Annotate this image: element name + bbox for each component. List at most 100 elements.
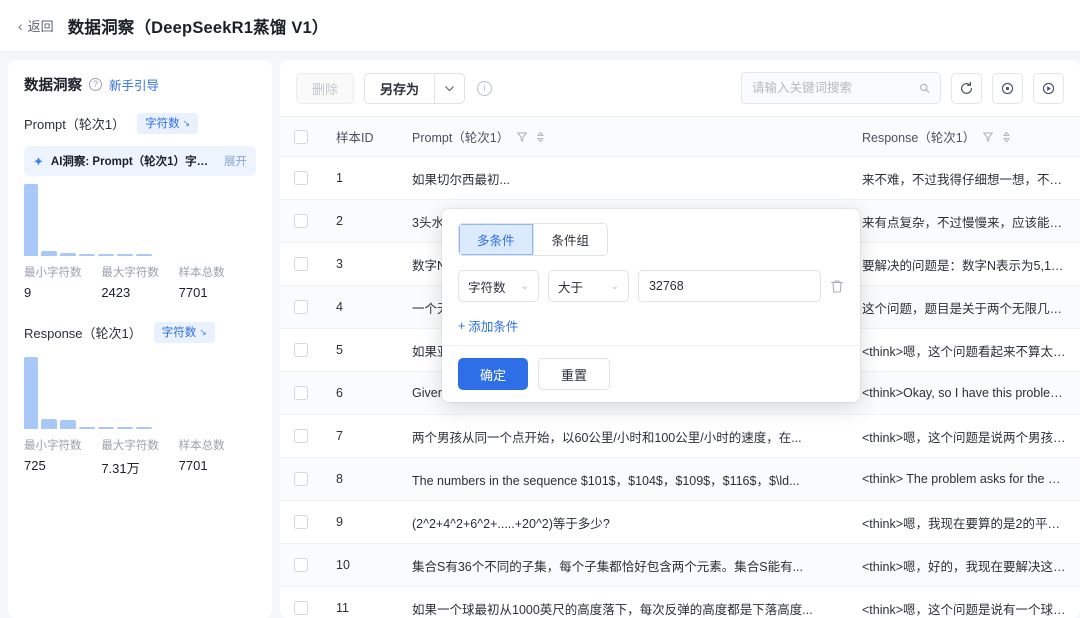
gear-icon bbox=[1001, 82, 1014, 94]
condition-value-input[interactable] bbox=[637, 270, 821, 302]
response-sort-icon[interactable] bbox=[1001, 131, 1012, 143]
delete-button[interactable]: 删除 bbox=[296, 72, 355, 104]
top-bar: ‹ 返回 数据洞察（DeepSeekR1蒸馏 V1） bbox=[0, 0, 1080, 52]
ai-insight-expand-link[interactable]: 展开 bbox=[224, 153, 247, 169]
cell-sample-id: 1 bbox=[322, 156, 398, 200]
row-checkbox[interactable] bbox=[294, 386, 308, 400]
filter-mode-tabs: 多条件 条件组 bbox=[458, 223, 609, 256]
prompt-metric-chip[interactable]: 字符数 ↘ bbox=[137, 113, 199, 134]
cell-sample-id: 4 bbox=[322, 285, 398, 329]
chevron-down-icon bbox=[445, 85, 454, 91]
confirm-button[interactable]: 确定 bbox=[458, 358, 529, 390]
sidebar-header: 数据洞察 ? 新手引导 bbox=[24, 74, 256, 95]
table-row[interactable]: 9 (2^2+4^2+6^2+.....+20^2)等于多少? <think>嗯，我… bbox=[280, 500, 1080, 544]
histogram-bar bbox=[98, 427, 114, 429]
main-panel: 删除 另存为 i 请输入关键词搜索 样本ID Prompt（轮次1） Respo… bbox=[280, 60, 1080, 618]
funnel-icon bbox=[517, 132, 528, 141]
row-checkbox[interactable] bbox=[294, 257, 308, 271]
refresh-button[interactable] bbox=[951, 72, 982, 104]
cell-response: <think>嗯，这个问题是说两个男孩从同一个起点出发，沿着一个4800... bbox=[848, 414, 1080, 458]
ai-insight-banner[interactable]: ✦ AI洞察: Prompt（轮次1）字段... 展开 bbox=[24, 146, 256, 176]
row-select-cell bbox=[280, 500, 322, 544]
filter-popover-body: 多条件 条件组 字符数 ⌄ 大于 ⌄ 32768 + 添加条件 bbox=[442, 209, 860, 345]
cell-prompt: The numbers in the sequence $101$，$104$，… bbox=[398, 457, 848, 501]
cell-response: <think>嗯，这个问题看起来不算太难，不过我得仔细想一想。题目是... bbox=[848, 328, 1080, 372]
back-button[interactable]: ‹ 返回 bbox=[18, 16, 54, 35]
histogram-bar bbox=[60, 420, 76, 429]
cell-sample-id: 8 bbox=[322, 457, 398, 501]
delete-condition-button[interactable] bbox=[830, 279, 844, 294]
row-checkbox[interactable] bbox=[294, 429, 308, 443]
histogram-bar bbox=[136, 427, 152, 429]
body-wrapper: 数据洞察 ? 新手引导 Prompt（轮次1） 字符数 ↘ ✦ AI洞察: Pr… bbox=[0, 52, 1080, 618]
table-row[interactable]: 8 The numbers in the sequence $101$，$104$… bbox=[280, 457, 1080, 501]
condition-field-value: 字符数 bbox=[468, 280, 506, 295]
column-header-id: 样本ID bbox=[322, 116, 398, 157]
chevron-down-icon: ↘ bbox=[199, 326, 207, 337]
cell-sample-id: 2 bbox=[322, 199, 398, 243]
cell-response: <think>嗯，我现在要算的是2的平方加上4的平方，加6的平方，一直... bbox=[848, 500, 1080, 544]
row-checkbox[interactable] bbox=[294, 343, 308, 357]
row-checkbox[interactable] bbox=[294, 171, 308, 185]
ai-insight-text: AI洞察: Prompt（轮次1）字段... bbox=[50, 156, 217, 168]
table-toolbar: 删除 另存为 i bbox=[280, 60, 1080, 116]
tab-condition-group[interactable]: 条件组 bbox=[533, 224, 608, 255]
sort-icon bbox=[537, 131, 544, 142]
cell-response: <think>嗯，这个问题是说有一个球从1000英尺的高度落下，每次反弹... bbox=[848, 586, 1080, 618]
condition-field-select[interactable]: 字符数 ⌄ bbox=[458, 270, 539, 302]
play-button[interactable] bbox=[1033, 72, 1064, 104]
beginner-guide-link[interactable]: 新手引导 bbox=[109, 75, 159, 94]
reset-button[interactable]: 重置 bbox=[538, 358, 611, 390]
response-metric-chip[interactable]: 字符数 ↘ bbox=[153, 322, 215, 343]
row-checkbox[interactable] bbox=[294, 558, 308, 572]
cell-sample-id: 3 bbox=[322, 242, 398, 286]
response-metric-label: 字符数 bbox=[161, 327, 197, 339]
stat-label: 样本总数 bbox=[178, 267, 225, 279]
cell-prompt: 如果一个球最初从1000英尺的高度落下，每次反弹的高度都是下落高度... bbox=[398, 586, 848, 618]
table-row[interactable]: 1如果切尔西最初...来不难，不过我得仔细想一想，不能急着下... bbox=[280, 156, 1080, 200]
condition-operator-select[interactable]: 大于 ⌄ bbox=[547, 270, 629, 302]
column-label-id: 样本ID bbox=[336, 131, 374, 145]
row-checkbox[interactable] bbox=[294, 601, 308, 615]
histogram-bar bbox=[60, 253, 76, 256]
filter-popover: 多条件 条件组 字符数 ⌄ 大于 ⌄ 32768 + 添加条件 确定 重置 bbox=[442, 209, 860, 402]
save-as-button[interactable]: 另存为 bbox=[364, 72, 436, 104]
stat-label: 最大字符数 bbox=[101, 267, 159, 279]
search-input[interactable] bbox=[752, 81, 913, 95]
stat-total-samples: 样本总数 7701 bbox=[179, 437, 256, 477]
add-condition-button[interactable]: + 添加条件 bbox=[458, 316, 518, 335]
cell-response: 来不难，不过我得仔细想一想，不能急着下... bbox=[848, 156, 1080, 200]
cell-response: <think>嗯，好的，我现在要解决这个问题。题目是说，集合S有36个... bbox=[848, 543, 1080, 587]
save-as-dropdown-button[interactable] bbox=[435, 72, 466, 104]
condition-operator-value: 大于 bbox=[557, 280, 583, 295]
table-header: 样本ID Prompt（轮次1） Response（轮次1） bbox=[280, 116, 1080, 157]
stat-max-chars: 最大字符数 2423 bbox=[101, 264, 178, 300]
row-checkbox[interactable] bbox=[294, 472, 308, 486]
search-box[interactable] bbox=[741, 72, 941, 104]
info-icon[interactable]: i bbox=[477, 80, 493, 96]
row-checkbox[interactable] bbox=[294, 214, 308, 228]
chevron-down-icon: ↘ bbox=[182, 117, 191, 128]
tab-multi-condition[interactable]: 多条件 bbox=[459, 224, 534, 255]
cell-response: <think> The problem asks for the maximum… bbox=[848, 457, 1080, 501]
data-table-wrapper[interactable]: 样本ID Prompt（轮次1） Response（轮次1） 1 如果切尔西最初… bbox=[280, 116, 1080, 618]
chevron-down-icon: ⌄ bbox=[520, 280, 529, 292]
table-row[interactable]: 11 如果一个球最初从1000英尺的高度落下，每次反弹的高度都是下落高度... <t… bbox=[280, 586, 1080, 618]
settings-button[interactable] bbox=[992, 72, 1023, 104]
histogram-bar bbox=[24, 357, 38, 429]
stat-max-chars: 最大字符数 7.31万 bbox=[101, 437, 178, 477]
table-row[interactable]: 7 两个男孩从同一个点开始，以60公里/小时和100公里/小时的速度，在... <t… bbox=[280, 414, 1080, 458]
select-all-checkbox[interactable] bbox=[294, 129, 308, 144]
prompt-filter-icon[interactable] bbox=[516, 131, 528, 143]
row-checkbox[interactable] bbox=[294, 300, 308, 314]
sidebar-title: 数据洞察 bbox=[24, 78, 82, 94]
sort-icon bbox=[1003, 131, 1010, 142]
page-title: 数据洞察（DeepSeekR1蒸馏 V1） bbox=[67, 18, 329, 37]
prompt-sort-icon[interactable] bbox=[535, 131, 546, 143]
stat-value: 7.31万 bbox=[101, 461, 140, 476]
row-checkbox[interactable] bbox=[294, 515, 308, 529]
help-icon[interactable]: ? bbox=[89, 78, 102, 91]
response-filter-icon[interactable] bbox=[982, 131, 994, 143]
histogram-bar bbox=[79, 254, 95, 256]
table-row[interactable]: 10 集合S有36个不同的子集，每个子集都恰好包含两个元素。集合S能有... <th… bbox=[280, 543, 1080, 587]
